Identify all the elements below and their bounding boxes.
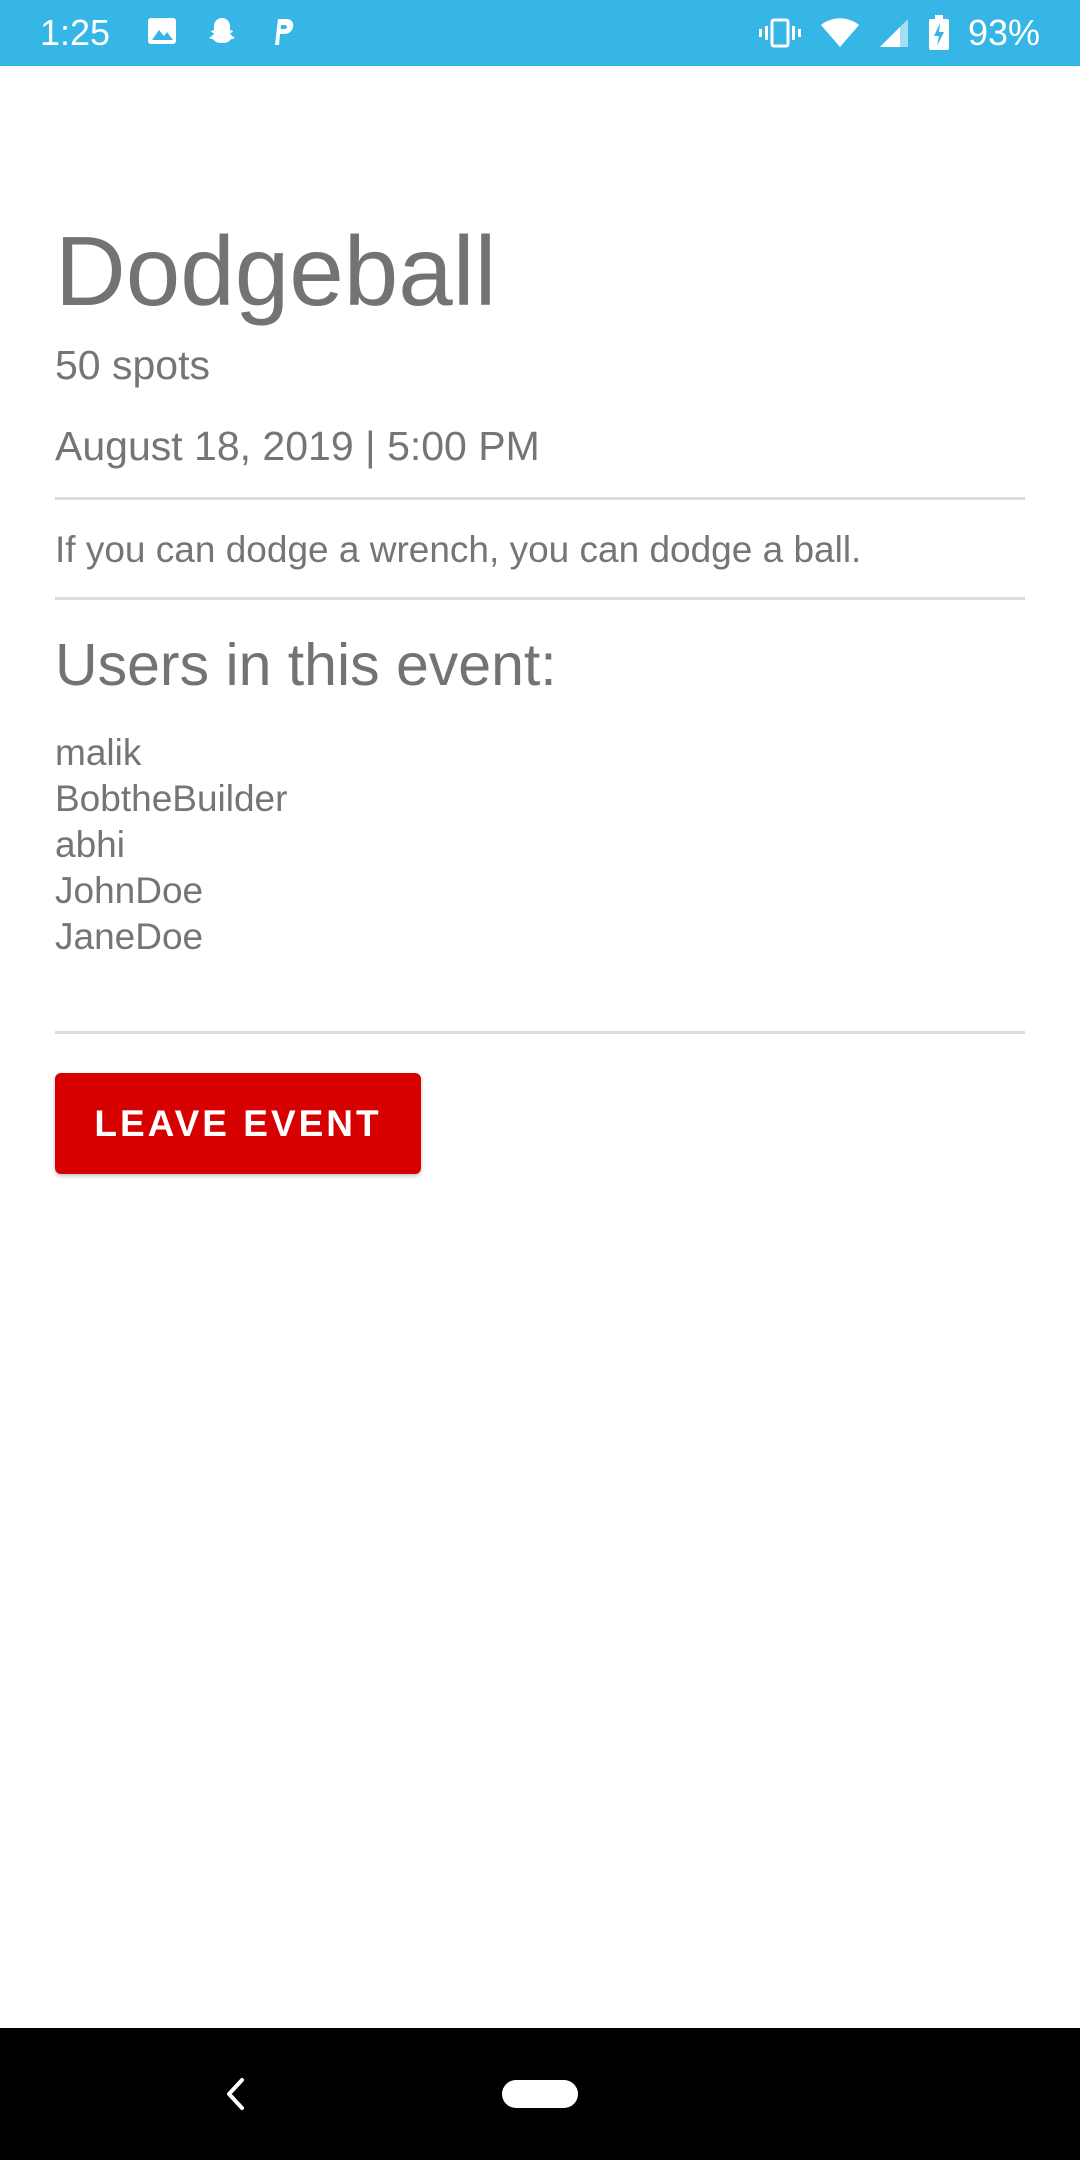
system-status: 93% [758,12,1040,54]
users-list: malik BobtheBuilder abhi JohnDoe JaneDoe [55,730,287,960]
event-detail-screen: 1:25 93% Dodgeball 50 spots August 18, 2… [0,0,1080,2160]
leave-event-button[interactable]: LEAVE EVENT [55,1073,421,1174]
snapchat-icon [206,15,238,47]
notification-icons [146,15,298,47]
vibrate-icon [758,17,802,49]
user-item: abhi [55,824,125,865]
event-datetime: August 18, 2019 | 5:00 PM [55,423,540,469]
image-icon [146,15,178,47]
event-title: Dodgeball [55,216,497,326]
battery-percent: 93% [967,12,1040,53]
user-item: JaneDoe [55,916,204,957]
users-heading: Users in this event: [55,632,557,698]
divider [55,597,1025,600]
user-item: JohnDoe [55,870,204,911]
divider [55,1031,1025,1034]
event-description: If you can dodge a wrench, you can dodge… [55,529,862,570]
signal-icon [878,17,910,49]
battery-charging-icon [928,15,950,51]
wifi-icon [820,17,860,49]
parking-icon [266,15,298,47]
status-bar: 1:25 93% [0,0,1080,66]
divider [55,497,1025,500]
user-item: BobtheBuilder [55,778,288,819]
navigation-bar [0,2028,1080,2160]
status-time: 1:25 [40,12,111,53]
home-pill-icon[interactable] [502,2080,578,2108]
back-icon[interactable] [222,2074,248,2114]
event-spots: 50 spots [55,342,210,388]
user-item: malik [55,732,142,773]
